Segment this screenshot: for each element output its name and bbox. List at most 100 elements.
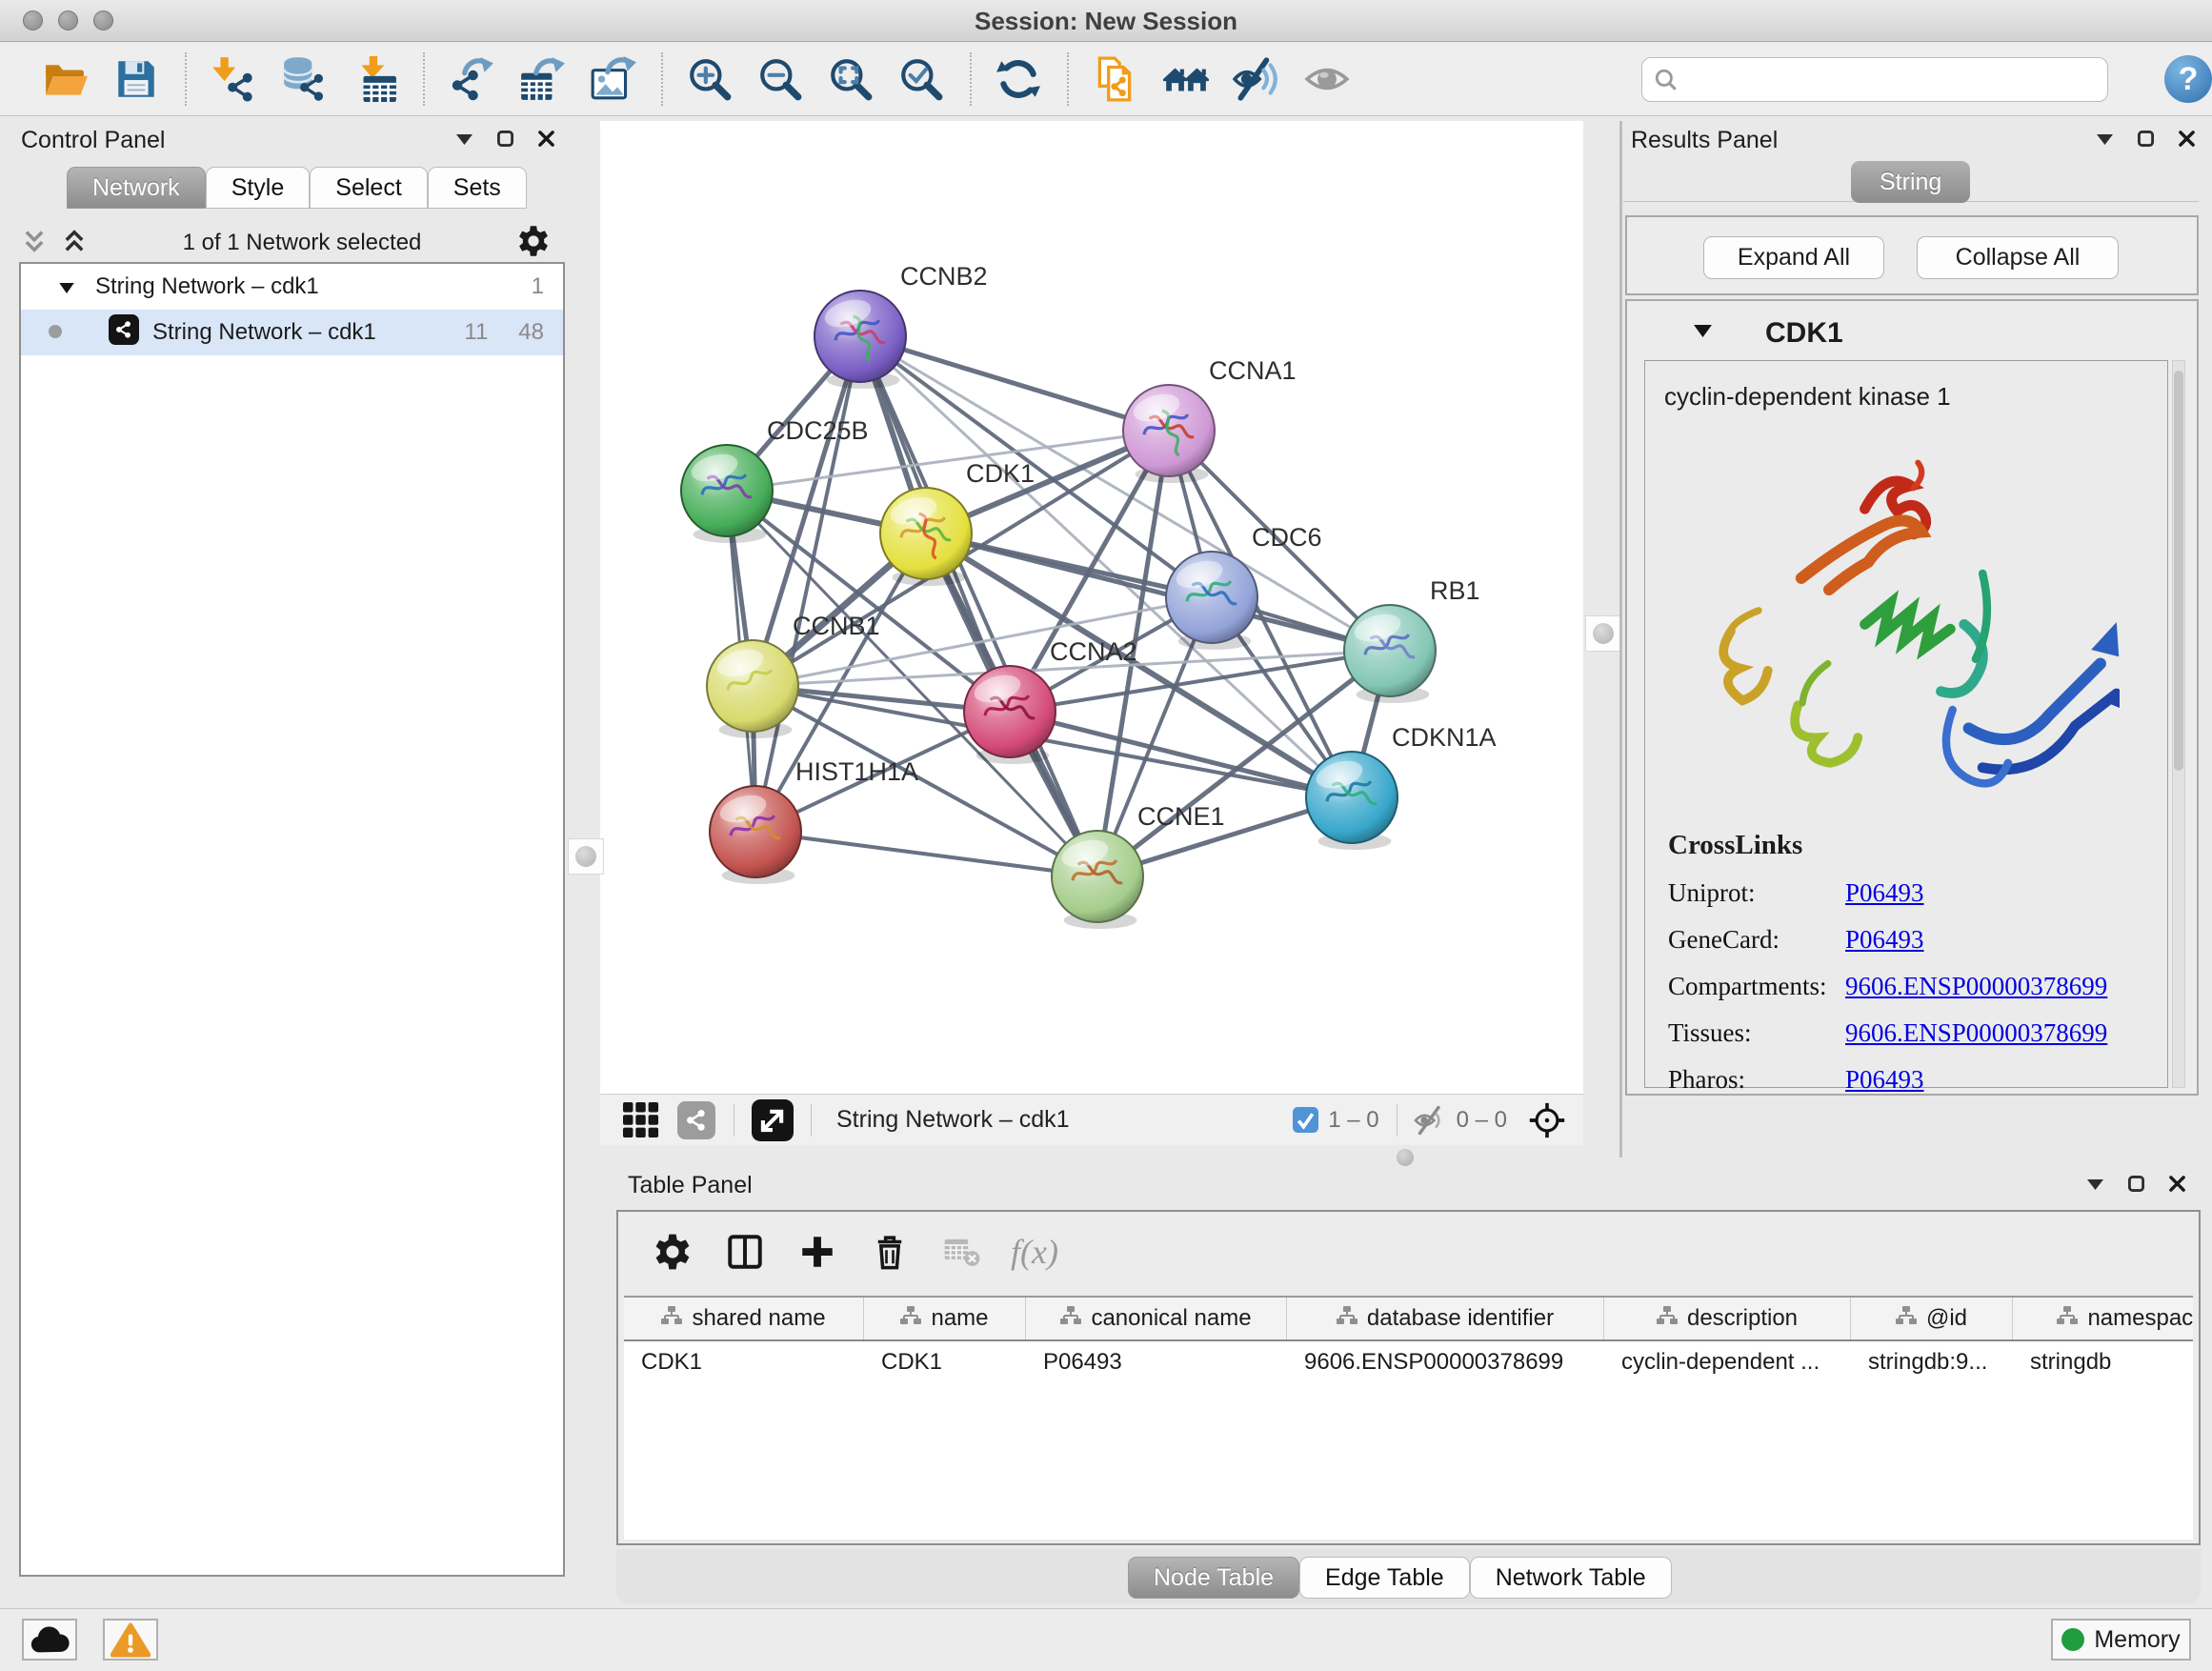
memory-button[interactable]: Memory (2051, 1619, 2191, 1661)
clear-table-icon[interactable] (935, 1224, 990, 1279)
warning-icon[interactable] (103, 1619, 158, 1661)
table-cell[interactable]: 9606.ENSP00000378699 (1287, 1341, 1604, 1383)
zoom-in-icon[interactable] (682, 51, 737, 107)
collapse-panel-icon[interactable] (456, 132, 473, 150)
zoom-fit-icon[interactable] (823, 51, 878, 107)
open-in-window-icon[interactable] (742, 1099, 803, 1141)
network-collection-row[interactable]: String Network – cdk1 1 (21, 264, 563, 310)
gear-icon[interactable] (645, 1224, 700, 1279)
column-header-name[interactable]: name (864, 1298, 1026, 1339)
import-network-file-icon[interactable] (206, 51, 261, 107)
search-input[interactable] (1641, 57, 2108, 102)
close-window-button[interactable] (23, 10, 43, 30)
help-button[interactable]: ? (2164, 55, 2212, 103)
network-node-CDC25B[interactable]: CDC25B (681, 416, 869, 543)
close-panel-icon[interactable] (538, 131, 554, 151)
left-splitter-handle[interactable] (568, 838, 604, 875)
table-cell[interactable]: stringdb (2013, 1341, 2193, 1383)
column-header-database-identifier[interactable]: database identifier (1287, 1298, 1604, 1339)
bottom-splitter-handle[interactable] (1397, 1149, 1414, 1166)
column-header-canonical-name[interactable]: canonical name (1026, 1298, 1287, 1339)
network-canvas[interactable]: CCNB2CCNA1CDC25BCDK1CDC6RB1CCNB1CCNA2CDK… (600, 121, 1583, 1094)
network-node-CDKN1A[interactable]: CDKN1A (1306, 723, 1497, 850)
crosslink-link[interactable]: P06493 (1845, 878, 1924, 908)
tab-sets[interactable]: Sets (428, 167, 527, 209)
crosslink-link[interactable]: 9606.ENSP00000378699 (1845, 972, 2107, 1001)
network-node-CCNA1[interactable]: CCNA1 (1123, 356, 1297, 483)
network-edge[interactable] (755, 832, 1097, 876)
column-header-shared-name[interactable]: shared name (624, 1298, 864, 1339)
table-cell[interactable]: stringdb:9... (1851, 1341, 2013, 1383)
selected-checkbox-icon[interactable] (1293, 1107, 1318, 1133)
crosslink-link[interactable]: 9606.ENSP00000378699 (1845, 1018, 2107, 1048)
export-network-icon[interactable] (444, 51, 499, 107)
network-edge[interactable] (860, 336, 1097, 876)
import-table-icon[interactable] (347, 51, 402, 107)
float-panel-icon[interactable] (2138, 131, 2154, 151)
network-edge[interactable] (860, 336, 1169, 431)
results-scrollbar[interactable] (2172, 360, 2185, 1088)
collapse-panel-icon[interactable] (2087, 1178, 2103, 1195)
tab-style[interactable]: Style (206, 167, 311, 209)
zoom-selected-icon[interactable] (894, 51, 949, 107)
add-column-icon[interactable] (790, 1224, 845, 1279)
tab-network-table[interactable]: Network Table (1470, 1557, 1672, 1599)
tab-network[interactable]: Network (67, 167, 206, 209)
function-builder-icon[interactable]: f(x) (1007, 1224, 1062, 1279)
open-session-icon[interactable] (38, 51, 93, 107)
column-header-description[interactable]: description (1604, 1298, 1851, 1339)
save-session-icon[interactable] (109, 51, 164, 107)
tab-string[interactable]: String (1851, 161, 1970, 203)
network-node-RB1[interactable]: RB1 (1344, 576, 1480, 703)
tab-edge-table[interactable]: Edge Table (1299, 1557, 1470, 1599)
collection-expand-icon[interactable] (59, 273, 74, 300)
gene-section-header[interactable]: CDK1 (1627, 311, 2197, 356)
table-cell[interactable]: P06493 (1026, 1341, 1287, 1383)
clone-network-icon[interactable] (1088, 51, 1143, 107)
network-node-CCNB1[interactable]: CCNB1 (707, 612, 880, 738)
network-view-share-icon[interactable] (671, 1099, 722, 1141)
crosslink-link[interactable]: P06493 (1845, 1065, 1924, 1095)
collapse-panel-icon[interactable] (2097, 132, 2113, 150)
grid-view-icon[interactable] (615, 1099, 667, 1141)
hide-selected-icon[interactable] (1229, 51, 1284, 107)
zoom-window-button[interactable] (93, 10, 113, 30)
import-network-database-icon[interactable] (276, 51, 332, 107)
close-panel-icon[interactable] (2169, 1176, 2185, 1197)
zoom-out-icon[interactable] (753, 51, 808, 107)
export-image-icon[interactable] (585, 51, 640, 107)
collapse-all-button[interactable]: Collapse All (1917, 236, 2119, 279)
network-node-HIST1H1A[interactable]: HIST1H1A (710, 757, 918, 884)
network-node-CDK1[interactable]: CDK1 (880, 459, 1035, 586)
table-cell[interactable]: CDK1 (624, 1341, 864, 1383)
expand-all-networks-icon[interactable] (61, 228, 88, 259)
cloud-icon[interactable] (22, 1619, 77, 1661)
table-row[interactable]: CDK1CDK1P064939606.ENSP00000378699cyclin… (624, 1341, 2193, 1383)
network-row[interactable]: String Network – cdk1 11 48 (21, 310, 563, 355)
network-options-gear-icon[interactable] (516, 224, 551, 263)
minimize-window-button[interactable] (58, 10, 78, 30)
first-neighbors-icon[interactable] (1158, 51, 1214, 107)
delete-column-icon[interactable] (862, 1224, 917, 1279)
collapse-all-networks-icon[interactable] (21, 228, 48, 259)
crosslink-link[interactable]: P06493 (1845, 925, 1924, 955)
refresh-icon[interactable] (991, 51, 1046, 107)
tab-select[interactable]: Select (310, 167, 427, 209)
network-node-CDC6[interactable]: CDC6 (1166, 523, 1322, 650)
column-header--id[interactable]: @id (1851, 1298, 2013, 1339)
tab-node-table[interactable]: Node Table (1128, 1557, 1299, 1599)
table-cell[interactable]: CDK1 (864, 1341, 1026, 1383)
network-node-CCNE1[interactable]: CCNE1 (1052, 802, 1225, 929)
crosshair-icon[interactable] (1528, 1101, 1566, 1139)
float-panel-icon[interactable] (2128, 1176, 2144, 1197)
hidden-eye-icon[interactable] (1413, 1103, 1447, 1137)
float-panel-icon[interactable] (497, 131, 513, 151)
show-graphics-details-icon[interactable] (1299, 51, 1355, 107)
close-panel-icon[interactable] (2179, 131, 2195, 151)
gene-expand-icon[interactable] (1694, 325, 1712, 342)
table-cell[interactable]: cyclin-dependent ... (1604, 1341, 1851, 1383)
columns-icon[interactable] (717, 1224, 773, 1279)
expand-all-button[interactable]: Expand All (1703, 236, 1884, 279)
export-table-icon[interactable] (514, 51, 570, 107)
column-header-namespace[interactable]: namespace (2013, 1298, 2193, 1339)
